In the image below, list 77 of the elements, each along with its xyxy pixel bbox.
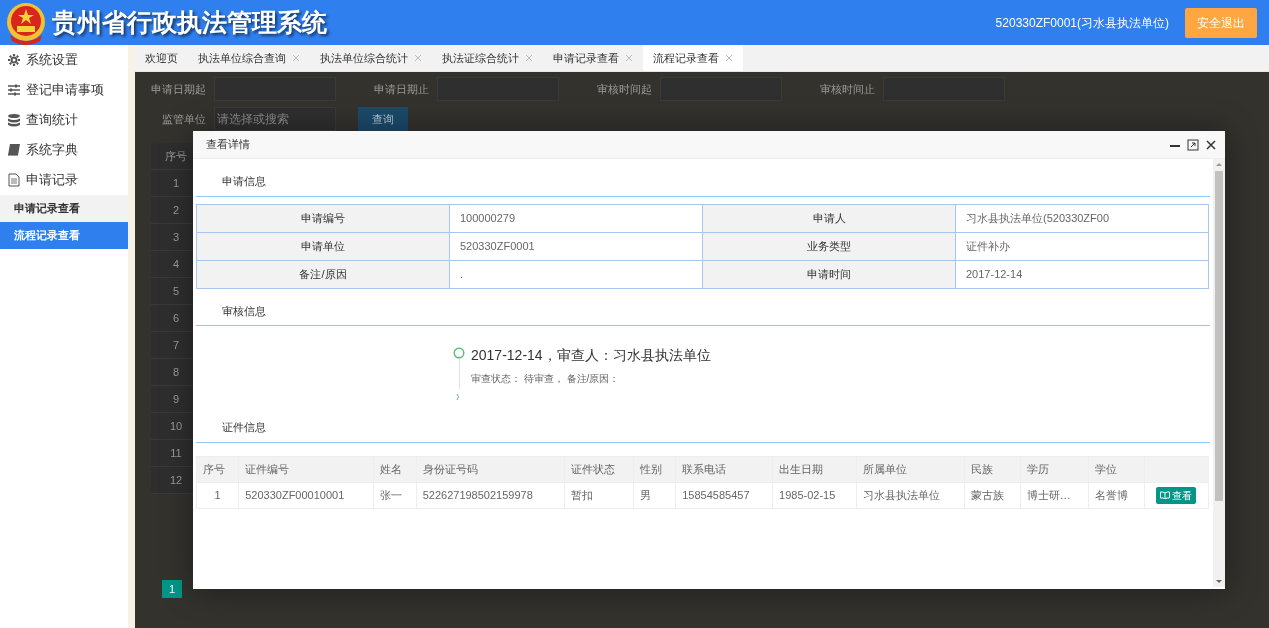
user-name: 520330ZF0001(习水县执法单位) bbox=[995, 14, 1169, 32]
table-cell: 1 bbox=[196, 482, 239, 508]
column-header: 证件编号 bbox=[238, 456, 374, 482]
column-header: 联系电话 bbox=[675, 456, 773, 482]
table-cell: 男 bbox=[633, 482, 676, 508]
section-title: 审核信息 bbox=[196, 288, 1210, 326]
tab[interactable]: 申请记录查看 bbox=[543, 45, 643, 71]
book-icon bbox=[1160, 491, 1171, 499]
document-icon bbox=[7, 173, 21, 187]
column-header: 姓名 bbox=[373, 456, 417, 482]
field-label: 审核时间起 bbox=[597, 81, 652, 97]
database-icon bbox=[7, 113, 21, 127]
field-label: 申请编号 bbox=[196, 204, 450, 232]
field-label: 监管单位 bbox=[161, 111, 206, 127]
table-cell: 张一 bbox=[373, 482, 417, 508]
book-icon bbox=[7, 143, 21, 157]
tab[interactable]: 执法单位综合查询 bbox=[188, 45, 310, 71]
tab[interactable]: 执法证综合统计 bbox=[432, 45, 543, 71]
gear-icon bbox=[7, 53, 21, 67]
app-title: 贵州省行政执法管理系统 bbox=[52, 6, 327, 38]
field-label: 申请日期止 bbox=[374, 81, 429, 97]
circle-icon bbox=[453, 347, 465, 359]
field-label: 申请日期起 bbox=[151, 81, 206, 97]
field-label: 备注/原因 bbox=[196, 260, 450, 288]
field-label: 申请时间 bbox=[702, 260, 956, 288]
column-header: 所属单位 bbox=[856, 456, 965, 482]
table-cell: 暂扣 bbox=[564, 482, 634, 508]
column-header: 序号 bbox=[196, 456, 239, 482]
field-value: 100000279 bbox=[449, 204, 703, 232]
view-button[interactable]: 查看 bbox=[1156, 486, 1197, 504]
section-title: 证件信息 bbox=[196, 411, 1210, 443]
field-value: . bbox=[449, 260, 703, 288]
column-header: 学历 bbox=[1020, 456, 1089, 482]
timeline-title: 2017-12-14，审查人：习水县执法单位 bbox=[471, 347, 711, 363]
column-header: 学位 bbox=[1089, 456, 1145, 482]
table-cell: 蒙古族 bbox=[964, 482, 1021, 508]
arc-icon bbox=[456, 393, 461, 401]
sidebar-item[interactable]: 申请记录 bbox=[0, 165, 128, 195]
search-button[interactable]: 查询 bbox=[358, 107, 408, 131]
section-title: 申请信息 bbox=[196, 159, 1210, 197]
table-cell: 博士研… bbox=[1020, 482, 1089, 508]
column-header: 民族 bbox=[964, 456, 1021, 482]
dialog-title: 查看详情 bbox=[206, 137, 250, 153]
tab[interactable]: 执法单位综合统计 bbox=[310, 45, 432, 71]
sidebar-subitem[interactable]: 流程记录查看 bbox=[0, 222, 128, 249]
maximize-icon[interactable] bbox=[1187, 138, 1199, 151]
table-cell: 1985-02-15 bbox=[772, 482, 857, 508]
emblem-icon bbox=[4, 0, 48, 45]
tab[interactable]: 流程记录查看 bbox=[643, 45, 743, 71]
table-cell: 520330ZF00010001 bbox=[238, 482, 374, 508]
column-header: 出生日期 bbox=[772, 456, 857, 482]
table-cell: 名誉博 bbox=[1089, 482, 1145, 508]
select-field[interactable]: 请选择或搜索 bbox=[214, 107, 336, 131]
page-button[interactable]: 1 bbox=[162, 580, 182, 598]
field-value: 2017-12-14 bbox=[955, 260, 1209, 288]
table-cell: 15854585457 bbox=[675, 482, 773, 508]
field-label: 申请单位 bbox=[196, 232, 450, 260]
field-value: 证件补办 bbox=[955, 232, 1209, 260]
sidebar-subitem[interactable]: 申请记录查看 bbox=[0, 195, 128, 222]
sidebar-item[interactable]: 登记申请事项 bbox=[0, 75, 128, 105]
field-value: 习水县执法单位(520330ZF00 bbox=[955, 204, 1209, 232]
column-header: 性别 bbox=[633, 456, 676, 482]
sidebar-item[interactable]: 查询统计 bbox=[0, 105, 128, 135]
sliders-icon bbox=[7, 83, 21, 97]
field-label: 申请人 bbox=[702, 204, 956, 232]
field-label: 业务类型 bbox=[702, 232, 956, 260]
tab[interactable]: 欢迎页 bbox=[135, 45, 188, 71]
close-icon[interactable] bbox=[1205, 138, 1217, 151]
field-label: 审核时间止 bbox=[820, 81, 875, 97]
column-header: 证件状态 bbox=[564, 456, 634, 482]
timeline-detail: 审查状态： 待审查， 备注/原因： bbox=[471, 372, 621, 386]
table-cell: 习水县执法单位 bbox=[856, 482, 965, 508]
field-value: 520330ZF0001 bbox=[449, 232, 703, 260]
sidebar-item[interactable]: 系统字典 bbox=[0, 135, 128, 165]
sidebar-item[interactable]: 系统设置 bbox=[0, 45, 128, 75]
table-cell: 522627198502159978 bbox=[416, 482, 565, 508]
column-header: 身份证号码 bbox=[416, 456, 565, 482]
